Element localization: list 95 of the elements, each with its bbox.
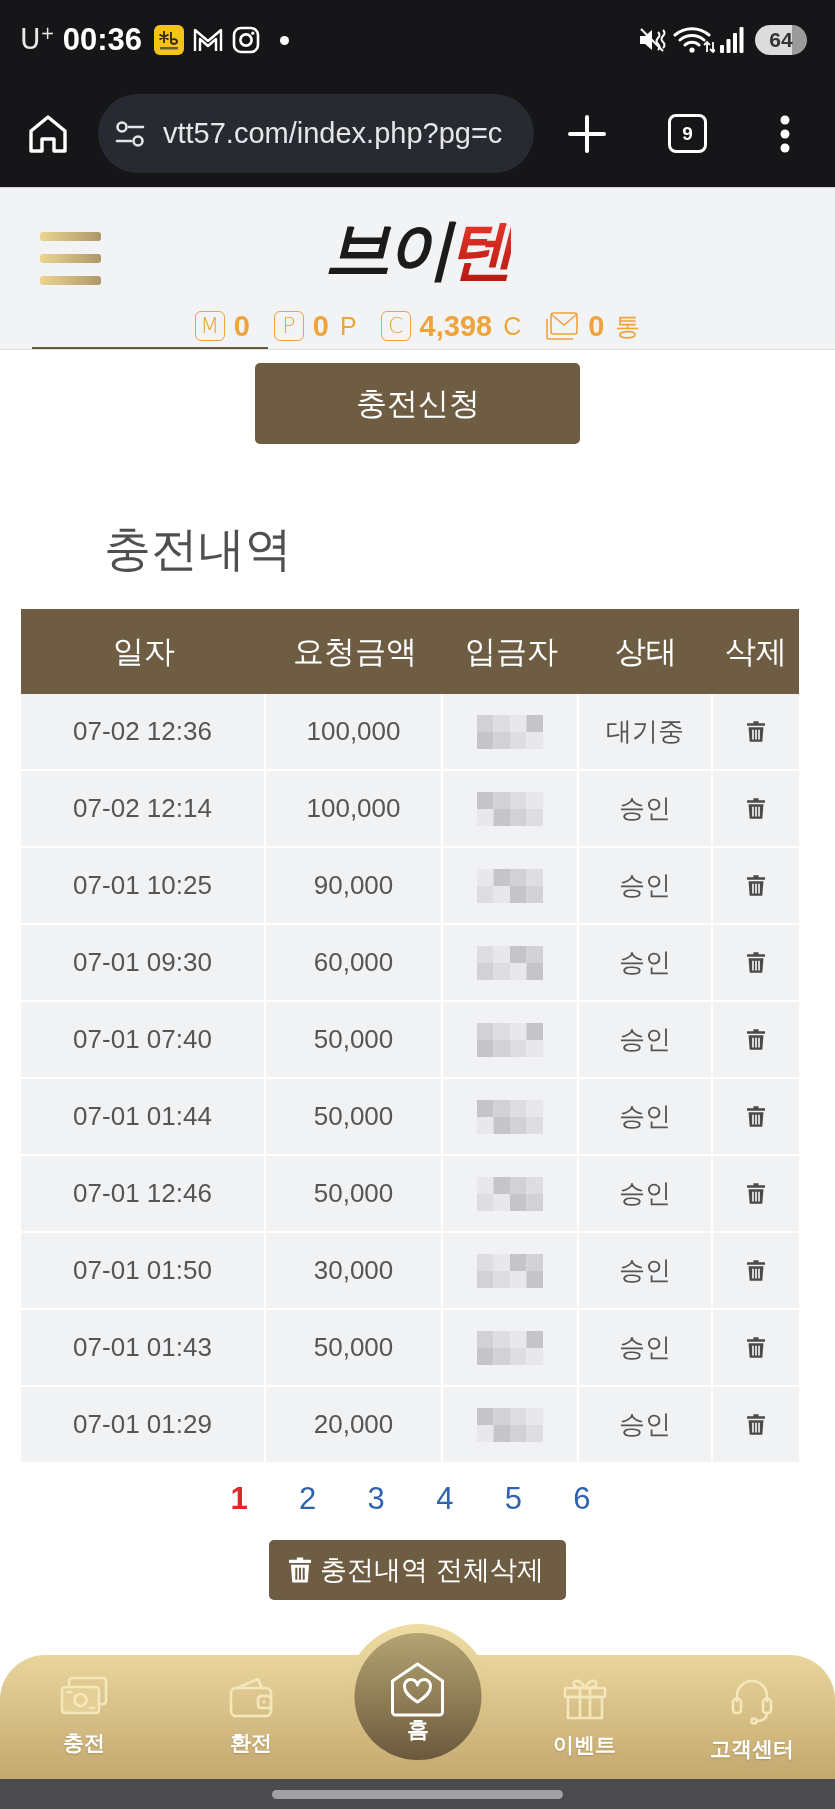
url-text: vtt57.com/index.php?pg=c [163, 117, 503, 150]
status-cell: 승인 [579, 771, 713, 848]
camera-app-icon [232, 26, 261, 54]
pixelated-block [477, 1099, 543, 1134]
status-cell: 승인 [579, 848, 713, 925]
more-menu-icon[interactable] [780, 114, 790, 153]
trash-icon[interactable] [747, 721, 765, 742]
apply-button[interactable]: 충전신청 [255, 363, 580, 444]
amount-cell: 50,000 [266, 1310, 443, 1387]
bank-app-icon [154, 25, 185, 55]
trash-icon[interactable] [747, 1029, 765, 1050]
amount-cell: 50,000 [266, 1002, 443, 1079]
amount-cell: 50,000 [266, 1079, 443, 1156]
date-cell: 07-02 12:14 [21, 771, 266, 848]
balance-value: 4,398 [419, 309, 493, 343]
currency-symbol: M [194, 311, 225, 341]
column-header: 상태 [615, 632, 677, 671]
page-link[interactable]: 6 [560, 1479, 604, 1519]
amount-cell: 20,000 [266, 1387, 443, 1464]
status-cell: 승인 [579, 925, 713, 1002]
pixelated-block [477, 1407, 543, 1442]
wifi-icon [673, 26, 715, 54]
amount-cell: 100,000 [266, 694, 443, 771]
currency-symbol: C [380, 311, 411, 341]
column-header: 요청금액 [292, 632, 417, 671]
date-cell: 07-02 12:36 [21, 694, 266, 771]
trash-icon[interactable] [747, 1337, 765, 1358]
column-header: 삭제 [725, 632, 787, 671]
new-tab-plus-icon[interactable] [567, 113, 607, 154]
column-header: 입금자 [464, 632, 558, 671]
status-cell: 승인 [579, 1387, 713, 1464]
site-settings-icon[interactable] [115, 119, 145, 148]
battery-indicator: 64 [755, 25, 807, 55]
pixelated-block [477, 945, 543, 980]
page-link[interactable]: 4 [422, 1479, 467, 1519]
trash-icon[interactable] [747, 798, 765, 819]
amount-cell: 50,000 [266, 1156, 443, 1233]
date-cell: 07-01 10:25 [21, 848, 266, 925]
pixelated-block [477, 714, 543, 749]
section-title: 충전내역 [104, 521, 292, 577]
status-cell: 승인 [579, 1002, 713, 1079]
balance-unit: P [339, 311, 357, 342]
balance-value: 0 [588, 309, 605, 343]
amount-cell: 100,000 [266, 771, 443, 848]
notification-dot-icon [280, 35, 290, 45]
signal-icon [720, 26, 744, 54]
home-icon[interactable] [28, 113, 68, 154]
page-link[interactable]: 5 [491, 1479, 536, 1519]
date-cell: 07-01 12:46 [21, 1156, 266, 1233]
pixelated-block [477, 1176, 543, 1211]
pixelated-block [477, 1253, 543, 1288]
date-cell: 07-01 07:40 [21, 1002, 266, 1079]
pixelated-block [477, 1330, 543, 1365]
mute-icon [638, 26, 668, 54]
balance-unit: 통 [615, 311, 641, 342]
trash-icon[interactable] [747, 1414, 765, 1435]
amount-cell: 60,000 [266, 925, 443, 1002]
date-cell: 07-01 09:30 [21, 925, 266, 1002]
currency-symbol: P [273, 311, 304, 341]
date-cell: 07-01 01:43 [21, 1310, 266, 1387]
page-link[interactable]: 1 [217, 1479, 261, 1519]
pixelated-block [477, 1022, 543, 1057]
balance-value: 0 [312, 309, 329, 343]
trash-icon [289, 1557, 312, 1583]
trash-icon[interactable] [747, 875, 765, 896]
status-cell: 대기중 [579, 694, 713, 771]
tab-switcher-button[interactable]: 9 [668, 114, 707, 153]
status-cell: 승인 [579, 1233, 713, 1310]
house-heart-icon [388, 1661, 447, 1717]
status-cell: 승인 [579, 1079, 713, 1156]
status-cell: 승인 [579, 1310, 713, 1387]
page-link[interactable]: 3 [354, 1479, 399, 1519]
clock-time: 00:36 [62, 22, 143, 58]
status-cell: 승인 [579, 1156, 713, 1233]
balance-unit: C [503, 311, 522, 342]
date-cell: 07-01 01:44 [21, 1079, 266, 1156]
trash-icon[interactable] [747, 1260, 765, 1281]
mail-icon [545, 311, 580, 341]
amount-cell: 90,000 [266, 848, 443, 925]
column-header: 일자 [112, 632, 175, 671]
balance-value: 0 [233, 309, 250, 343]
pixelated-block [477, 868, 543, 903]
trash-icon[interactable] [747, 1183, 765, 1204]
mail-app-icon [192, 26, 225, 54]
delete-all-button[interactable]: 충전내역 전체삭제 [269, 1540, 566, 1600]
date-cell: 07-01 01:50 [21, 1233, 266, 1310]
carrier-label: U$^{+}$ [20, 23, 55, 57]
wallet-icon [227, 1675, 274, 1719]
amount-cell: 30,000 [266, 1233, 443, 1310]
pixelated-block [477, 791, 543, 826]
date-cell: 07-01 01:29 [21, 1387, 266, 1464]
address-bar[interactable]: vtt57.com/index.php?pg=c [98, 94, 534, 173]
page-link[interactable]: 2 [285, 1479, 330, 1519]
trash-icon[interactable] [747, 1106, 765, 1127]
trash-icon[interactable] [747, 952, 765, 973]
